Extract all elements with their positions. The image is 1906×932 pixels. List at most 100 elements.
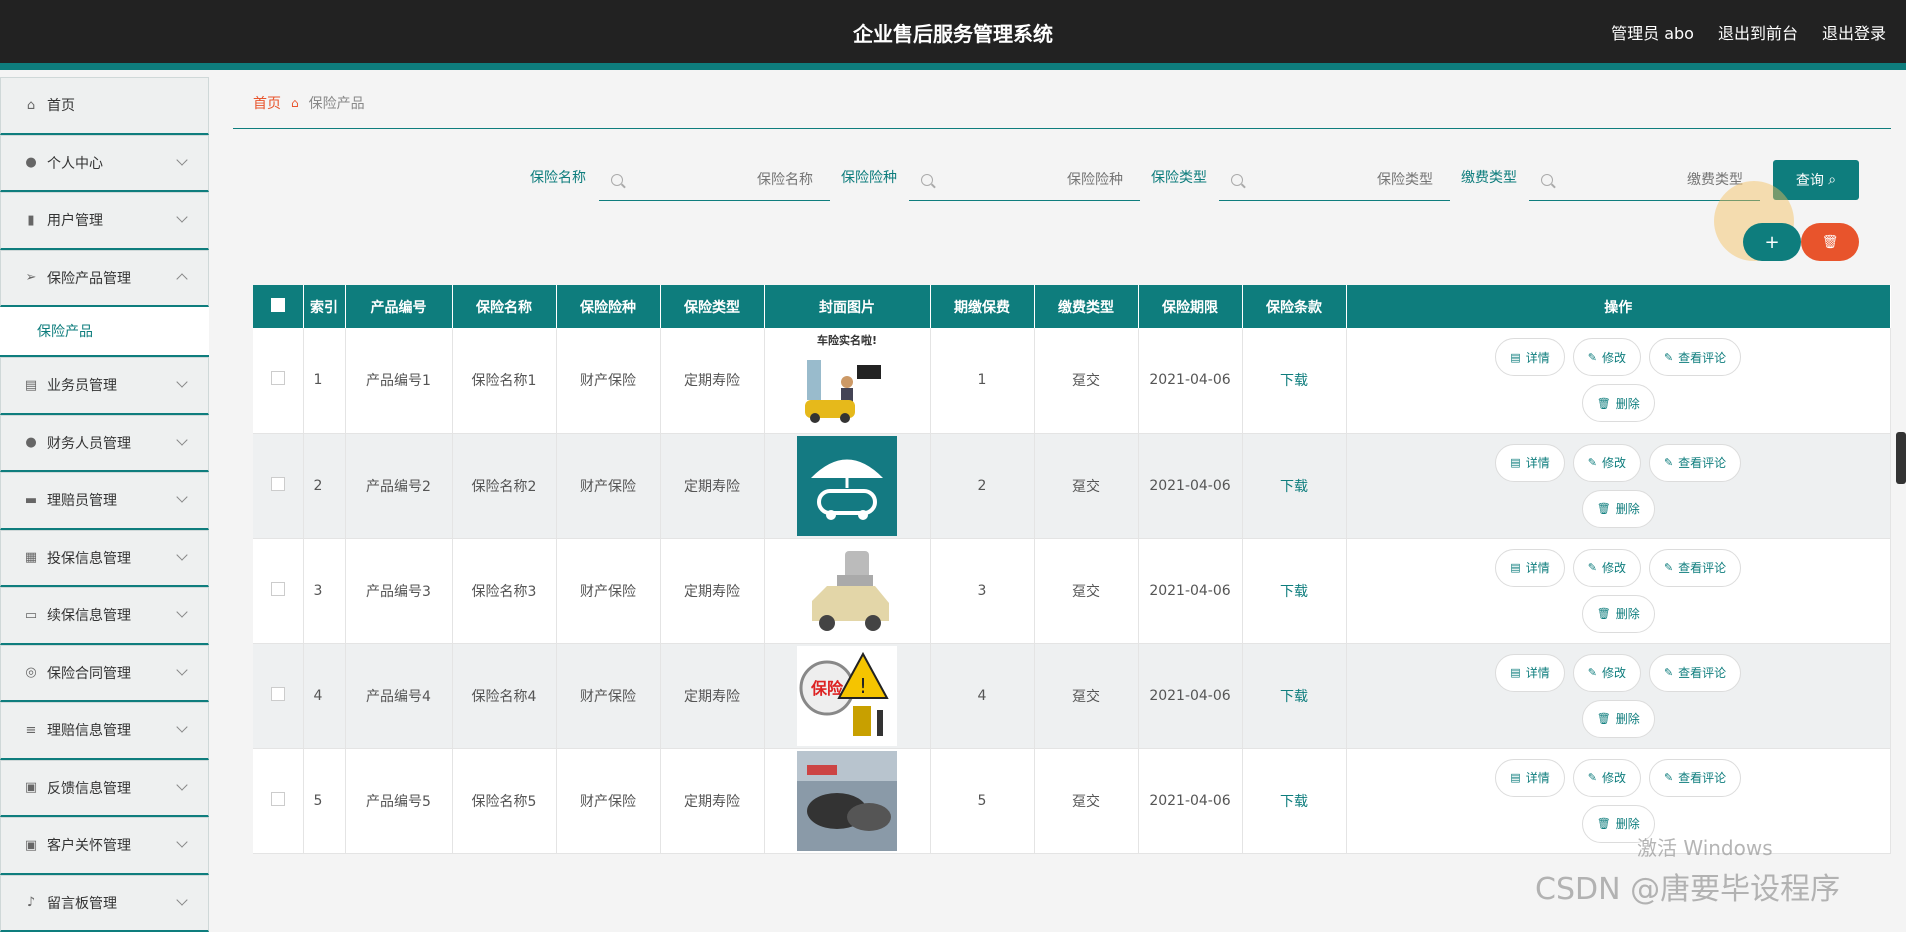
edit-button[interactable]: ✎修改 bbox=[1573, 654, 1641, 692]
cell-kind: 财产保险 bbox=[556, 433, 660, 538]
detail-button[interactable]: ▤详情 bbox=[1495, 444, 1564, 482]
sidebar-item-products[interactable]: ➢保险产品管理 bbox=[0, 250, 209, 308]
delete-button[interactable]: 🗑删除 bbox=[1582, 384, 1655, 422]
chevron-down-icon bbox=[176, 376, 187, 387]
cell-term: 2021-04-06 bbox=[1138, 328, 1242, 433]
edit-button[interactable]: ✎修改 bbox=[1573, 338, 1641, 376]
detail-button[interactable]: ▤详情 bbox=[1495, 338, 1564, 376]
briefcase-icon: ▬ bbox=[23, 492, 39, 508]
cell-premium: 1 bbox=[930, 328, 1034, 433]
trash-icon: 🗑 bbox=[1597, 607, 1611, 620]
sidebar-item-salesman[interactable]: ▤业务员管理 bbox=[0, 357, 209, 415]
chevron-down-icon bbox=[176, 779, 187, 790]
add-button[interactable]: + bbox=[1743, 223, 1801, 261]
download-link[interactable]: 下载 bbox=[1242, 643, 1346, 748]
document-icon: ▤ bbox=[1510, 456, 1520, 469]
svg-text:!: ! bbox=[859, 674, 867, 698]
svg-text:车险实名啦!: 车险实名啦! bbox=[817, 333, 877, 347]
table-row: 3产品编号3保险名称3财产保险定期寿险3趸交2021-04-06下载▤详情✎修改… bbox=[253, 538, 1891, 643]
sidebar-item-policy-info[interactable]: ▦投保信息管理 bbox=[0, 530, 209, 588]
header-links: 管理员 abo 退出到前台 退出登录 bbox=[1611, 20, 1886, 44]
search-paytype-field[interactable] bbox=[1553, 172, 1743, 188]
search-input-kind[interactable] bbox=[909, 159, 1140, 201]
cell-term: 2021-04-06 bbox=[1138, 538, 1242, 643]
cell-cover bbox=[764, 538, 930, 643]
row-checkbox[interactable] bbox=[253, 433, 303, 538]
admin-user-link[interactable]: 管理员 abo bbox=[1611, 20, 1694, 44]
detail-button[interactable]: ▤详情 bbox=[1495, 549, 1564, 587]
sidebar-item-finance[interactable]: ●财务人员管理 bbox=[0, 415, 209, 473]
scrollbar[interactable] bbox=[1896, 432, 1906, 484]
search-input-paytype[interactable] bbox=[1529, 159, 1760, 201]
cell-term: 2021-04-06 bbox=[1138, 748, 1242, 853]
cell-cover bbox=[764, 433, 930, 538]
view-reviews-button[interactable]: ✎查看评论 bbox=[1649, 338, 1741, 376]
row-checkbox[interactable] bbox=[253, 538, 303, 643]
search-type-field[interactable] bbox=[1243, 172, 1433, 188]
sidebar-item-feedback[interactable]: ▣反馈信息管理 bbox=[0, 760, 209, 818]
breadcrumb-home[interactable]: 首页 bbox=[253, 93, 281, 113]
back-to-front-link[interactable]: 退出到前台 bbox=[1718, 20, 1798, 44]
edit-button[interactable]: ✎修改 bbox=[1573, 549, 1641, 587]
search-name-field[interactable] bbox=[623, 172, 813, 188]
select-all-checkbox[interactable] bbox=[253, 285, 303, 328]
search-icon bbox=[611, 174, 623, 186]
search-input-name[interactable] bbox=[599, 159, 830, 201]
cell-name: 保险名称2 bbox=[452, 433, 556, 538]
delete-button[interactable]: 🗑删除 bbox=[1582, 700, 1655, 738]
cell-type: 定期寿险 bbox=[660, 433, 764, 538]
sidebar-item-adjuster[interactable]: ▬理赔员管理 bbox=[0, 472, 209, 530]
row-checkbox[interactable] bbox=[253, 328, 303, 433]
send-icon: ➢ bbox=[23, 270, 39, 286]
sidebar-item-home[interactable]: ⌂首页 bbox=[0, 77, 209, 135]
batch-delete-button[interactable]: 🗑 bbox=[1801, 223, 1859, 261]
row-checkbox[interactable] bbox=[253, 748, 303, 853]
trash-icon: 🗑 bbox=[1597, 712, 1611, 725]
query-button[interactable]: 查询 ⌕ bbox=[1773, 160, 1859, 200]
col-type: 保险类型 bbox=[660, 285, 764, 328]
logout-link[interactable]: 退出登录 bbox=[1822, 20, 1886, 44]
search-icon bbox=[921, 174, 933, 186]
chart-icon: ▮ bbox=[23, 212, 39, 228]
sidebar-item-claims[interactable]: ≡理赔信息管理 bbox=[0, 702, 209, 760]
delete-button[interactable]: 🗑删除 bbox=[1582, 490, 1655, 528]
row-checkbox[interactable] bbox=[253, 643, 303, 748]
search-label-kind: 保险险种 bbox=[841, 167, 897, 187]
view-reviews-button[interactable]: ✎查看评论 bbox=[1649, 549, 1741, 587]
trash-icon: 🗑 bbox=[1822, 235, 1839, 250]
sidebar-item-personal-center[interactable]: ●个人中心 bbox=[0, 135, 209, 193]
download-link[interactable]: 下载 bbox=[1242, 328, 1346, 433]
search-icon bbox=[1541, 174, 1553, 186]
detail-button[interactable]: ▤详情 bbox=[1495, 654, 1564, 692]
breadcrumb-current: 保险产品 bbox=[309, 93, 365, 113]
view-reviews-button[interactable]: ✎查看评论 bbox=[1649, 444, 1741, 482]
compass-icon: ◎ bbox=[23, 665, 39, 681]
cell-kind: 财产保险 bbox=[556, 538, 660, 643]
view-reviews-button[interactable]: ✎查看评论 bbox=[1649, 654, 1741, 692]
download-link[interactable]: 下载 bbox=[1242, 538, 1346, 643]
trash-icon: 🗑 bbox=[1597, 502, 1611, 515]
table-row: 2产品编号2保险名称2财产保险定期寿险2趸交2021-04-06下载▤详情✎修改… bbox=[253, 433, 1891, 538]
delete-button[interactable]: 🗑删除 bbox=[1582, 595, 1655, 633]
edit-button[interactable]: ✎修改 bbox=[1573, 444, 1641, 482]
chevron-down-icon bbox=[176, 894, 187, 905]
search-kind-field[interactable] bbox=[933, 172, 1123, 188]
sidebar-item-messages[interactable]: ♪留言板管理 bbox=[0, 875, 209, 932]
download-link[interactable]: 下载 bbox=[1242, 433, 1346, 538]
sidebar-item-renewal[interactable]: ▭续保信息管理 bbox=[0, 587, 209, 645]
sidebar-item-users[interactable]: ▮用户管理 bbox=[0, 192, 209, 250]
sidebar-item-care[interactable]: ▣客户关怀管理 bbox=[0, 817, 209, 875]
edit-button[interactable]: ✎修改 bbox=[1573, 759, 1641, 797]
sidebar-subitem-products[interactable]: 保险产品 bbox=[0, 307, 209, 357]
view-reviews-button[interactable]: ✎查看评论 bbox=[1649, 759, 1741, 797]
cell-name: 保险名称4 bbox=[452, 643, 556, 748]
search-input-type[interactable] bbox=[1219, 159, 1450, 201]
cell-code: 产品编号3 bbox=[345, 538, 452, 643]
sidebar-item-contract[interactable]: ◎保险合同管理 bbox=[0, 645, 209, 703]
home-icon: ⌂ bbox=[291, 96, 299, 110]
detail-button[interactable]: ▤详情 bbox=[1495, 759, 1564, 797]
cell-paytype: 趸交 bbox=[1034, 328, 1138, 433]
check-clipboard-icon: ▣ bbox=[23, 837, 39, 853]
col-code: 产品编号 bbox=[345, 285, 452, 328]
download-link[interactable]: 下载 bbox=[1242, 748, 1346, 853]
